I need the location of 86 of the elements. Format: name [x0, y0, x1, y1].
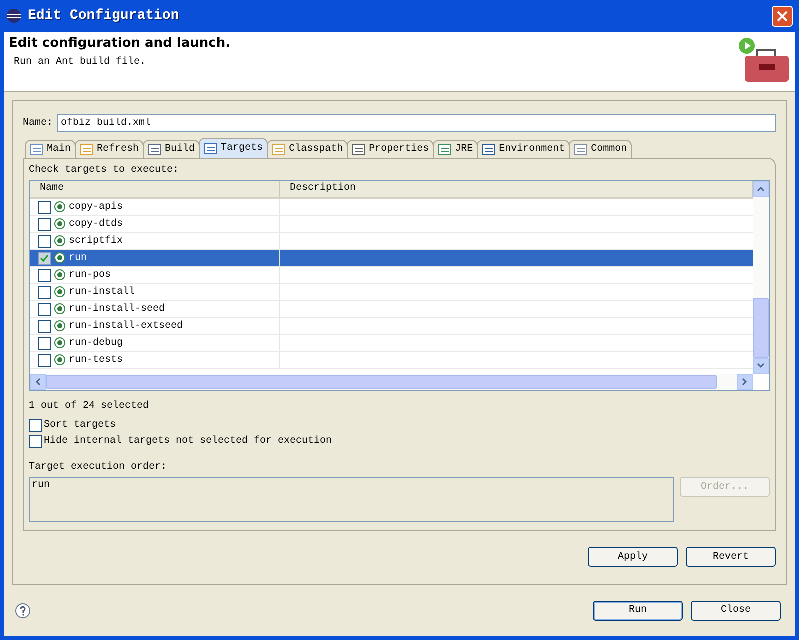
- close-icon: [777, 10, 788, 22]
- tab[interactable]: Environment: [477, 140, 570, 158]
- tab-icon: [30, 142, 44, 156]
- tab-icon: [574, 142, 588, 156]
- close-button[interactable]: [772, 6, 793, 26]
- tab[interactable]: Build: [143, 140, 200, 158]
- help-icon[interactable]: [15, 602, 31, 618]
- caret-right-icon: [742, 378, 748, 386]
- checkbox[interactable]: [38, 218, 51, 230]
- dialog-button[interactable]: Run: [593, 600, 683, 620]
- targets-label: Check targets to execute:: [29, 165, 180, 176]
- tab[interactable]: JRE: [433, 140, 478, 158]
- execution-order-label: Target execution order:: [29, 462, 168, 473]
- checkbox[interactable]: [38, 302, 51, 316]
- target-icon: [54, 201, 66, 213]
- target-name: scriptfix: [69, 236, 124, 246]
- name-field[interactable]: ofbiz build.xml: [57, 114, 776, 132]
- target-row[interactable]: run-install-seed: [30, 301, 753, 318]
- target-row[interactable]: run-debug: [30, 335, 753, 352]
- checkbox[interactable]: [38, 200, 51, 214]
- target-row[interactable]: run: [30, 250, 753, 267]
- target-name: run-install-extseed: [69, 320, 184, 332]
- target-name: copy-dtds: [69, 218, 124, 230]
- tab[interactable]: Properties: [347, 140, 434, 158]
- target-name: run-install-seed: [69, 304, 166, 314]
- checkbox[interactable]: [38, 286, 51, 298]
- tab-icon: [204, 142, 218, 156]
- caret-up-icon: [757, 186, 765, 192]
- tab-icon: [482, 142, 496, 156]
- target-icon: [54, 303, 66, 315]
- vertical-scrollbar[interactable]: [753, 181, 769, 374]
- target-name: run-debug: [69, 338, 124, 348]
- tab-icon: [272, 142, 286, 156]
- target-name: copy-apis: [69, 202, 124, 212]
- caret-down-icon: [757, 363, 765, 369]
- panel-button[interactable]: Apply: [588, 547, 678, 567]
- target-row[interactable]: run-tests: [30, 352, 753, 369]
- checkbox[interactable]: [38, 268, 51, 282]
- name-label: Name:: [23, 118, 54, 128]
- tab-icon: [352, 142, 366, 156]
- checkbox[interactable]: [38, 234, 51, 248]
- target-name: run-tests: [69, 354, 124, 366]
- target-row[interactable]: run-install: [30, 284, 753, 301]
- checkbox[interactable]: [38, 252, 51, 264]
- target-icon: [54, 252, 66, 264]
- checkbox[interactable]: [38, 336, 51, 350]
- tab-icon: [438, 142, 452, 156]
- target-row[interactable]: copy-dtds: [30, 216, 753, 233]
- option-label[interactable]: Hide internal targets not selected for execution: [44, 436, 332, 447]
- tab[interactable]: Classpath: [267, 140, 348, 158]
- header-subtitle: Run an Ant build file.: [13, 57, 148, 68]
- panel-button[interactable]: Revert: [686, 547, 776, 567]
- tab[interactable]: Refresh: [75, 140, 144, 158]
- target-name: run-pos: [69, 270, 112, 280]
- header-title: Edit configuration and launch.: [9, 36, 232, 51]
- app-icon: [6, 8, 22, 24]
- target-row[interactable]: scriptfix: [30, 233, 753, 250]
- column-header[interactable]: Name: [30, 181, 280, 197]
- tab[interactable]: Common: [569, 140, 632, 158]
- target-icon: [54, 337, 66, 349]
- target-icon: [54, 354, 66, 366]
- checkbox[interactable]: [29, 435, 42, 448]
- target-icon: [54, 320, 66, 332]
- caret-left-icon: [35, 378, 41, 386]
- selection-summary: 1 out of 24 selected: [29, 401, 150, 412]
- tab[interactable]: Main: [25, 140, 76, 158]
- horizontal-scrollbar[interactable]: [30, 374, 753, 390]
- window-title: Edit Configuration: [28, 8, 180, 24]
- target-row[interactable]: run-pos: [30, 267, 753, 284]
- execution-order-field[interactable]: run: [29, 477, 674, 522]
- option-label[interactable]: Sort targets: [44, 420, 116, 431]
- target-icon: [54, 218, 66, 230]
- target-row[interactable]: run-install-extseed: [30, 318, 753, 335]
- target-name: run-install: [69, 286, 136, 298]
- target-icon: [54, 235, 66, 247]
- checkbox[interactable]: [29, 419, 42, 432]
- target-icon: [54, 286, 66, 298]
- tab[interactable]: Targets: [199, 138, 268, 158]
- checkbox[interactable]: [38, 354, 51, 366]
- checkbox[interactable]: [38, 320, 51, 332]
- tab-icon: [80, 142, 94, 156]
- target-name: run: [69, 252, 88, 264]
- dialog-button[interactable]: Close: [691, 600, 781, 620]
- target-icon: [54, 269, 66, 281]
- tab-icon: [148, 142, 162, 156]
- target-row[interactable]: copy-apis: [30, 199, 753, 216]
